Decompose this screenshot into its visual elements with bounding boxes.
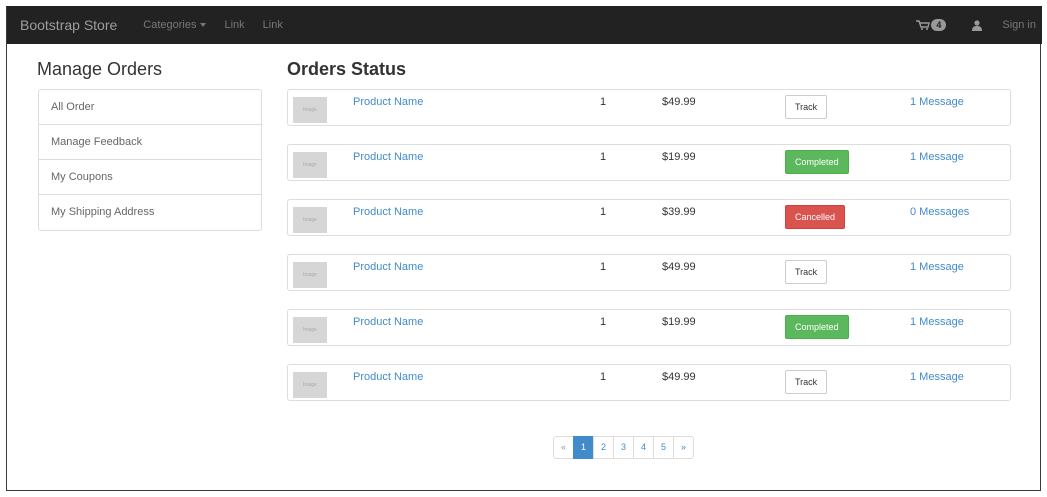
nav-link-1[interactable]: Link [224,19,244,31]
product-name-link[interactable]: Product Name [353,151,423,163]
sidebar-item-my-shipping-address[interactable]: My Shipping Address [39,195,261,230]
order-row: Image Product Name 1 $49.99 Track 1 Mess… [287,254,1011,291]
product-thumbnail[interactable]: Image [293,372,327,398]
track-button[interactable]: Track [785,260,828,284]
pagination-page-3[interactable]: 3 [613,436,634,459]
product-thumbnail[interactable]: Image [293,317,327,343]
user-icon[interactable] [972,19,983,31]
messages-link[interactable]: 1 Message [910,371,964,383]
orders-list: Image Product Name 1 $49.99 Track 1 Mess… [287,89,1011,419]
product-name-link[interactable]: Product Name [353,261,423,273]
order-quantity: 1 [600,96,607,108]
completed-status-badge[interactable]: Completed [785,315,849,339]
pagination-page-4[interactable]: 4 [633,436,654,459]
sidebar-item-my-coupons[interactable]: My Coupons [39,160,261,195]
order-quantity: 1 [600,316,607,328]
order-price: $49.99 [662,96,696,108]
messages-link[interactable]: 1 Message [910,261,964,273]
sidebar-item-manage-feedback[interactable]: Manage Feedback [39,125,261,160]
caret-down-icon [200,23,207,28]
track-button[interactable]: Track [785,95,828,119]
nav-link-2[interactable]: Link [263,19,283,31]
shopping-cart-icon [916,20,931,30]
order-quantity: 1 [600,206,607,218]
product-thumbnail[interactable]: Image [293,97,327,123]
messages-link[interactable]: 0 Messages [910,206,969,218]
messages-link[interactable]: 1 Message [910,151,964,163]
product-name-link[interactable]: Product Name [353,206,423,218]
order-quantity: 1 [600,151,607,163]
cart-button[interactable]: 4 [916,19,947,31]
order-row: Image Product Name 1 $19.99 Completed 1 … [287,144,1011,181]
order-quantity: 1 [600,371,607,383]
messages-link[interactable]: 1 Message [910,316,964,328]
order-price: $49.99 [662,261,696,273]
top-navbar: Bootstrap Store Categories Link Link 4 S… [7,6,1042,44]
cart-count-badge: 4 [931,19,947,31]
product-name-link[interactable]: Product Name [353,96,423,108]
brand-link[interactable]: Bootstrap Store [20,17,117,33]
pagination-page-2[interactable]: 2 [593,436,614,459]
track-button[interactable]: Track [785,370,828,394]
order-price: $39.99 [662,206,696,218]
pagination-page-1[interactable]: 1 [573,436,594,459]
sidebar-menu: All Order Manage Feedback My Coupons My … [38,89,262,231]
categories-label: Categories [143,19,197,31]
pagination-page-5[interactable]: 5 [653,436,674,459]
messages-link[interactable]: 1 Message [910,96,964,108]
product-name-link[interactable]: Product Name [353,316,423,328]
cancelled-status-badge[interactable]: Cancelled [785,205,846,229]
sidebar-title: Manage Orders [37,59,163,79]
order-price: $19.99 [662,151,696,163]
categories-dropdown[interactable]: Categories [143,19,207,31]
page-title: Orders Status [287,59,407,79]
sign-in-link[interactable]: Sign in [1002,19,1036,31]
order-price: $49.99 [662,371,696,383]
product-name-link[interactable]: Product Name [353,371,423,383]
navbar-right: 4 Sign in [916,19,1042,31]
sidebar-item-all-order[interactable]: All Order [39,90,261,125]
product-thumbnail[interactable]: Image [293,152,327,178]
pagination-next[interactable]: » [673,436,694,459]
order-row: Image Product Name 1 $49.99 Track 1 Mess… [287,364,1011,401]
order-price: $19.99 [662,316,696,328]
order-row: Image Product Name 1 $19.99 Completed 1 … [287,309,1011,346]
pagination: « 1 2 3 4 5 » [553,436,694,459]
pagination-prev[interactable]: « [553,436,574,459]
order-row: Image Product Name 1 $49.99 Track 1 Mess… [287,89,1011,126]
order-quantity: 1 [600,261,607,273]
completed-status-badge[interactable]: Completed [785,150,849,174]
product-thumbnail[interactable]: Image [293,207,327,233]
order-row: Image Product Name 1 $39.99 Cancelled 0 … [287,199,1011,236]
product-thumbnail[interactable]: Image [293,262,327,288]
